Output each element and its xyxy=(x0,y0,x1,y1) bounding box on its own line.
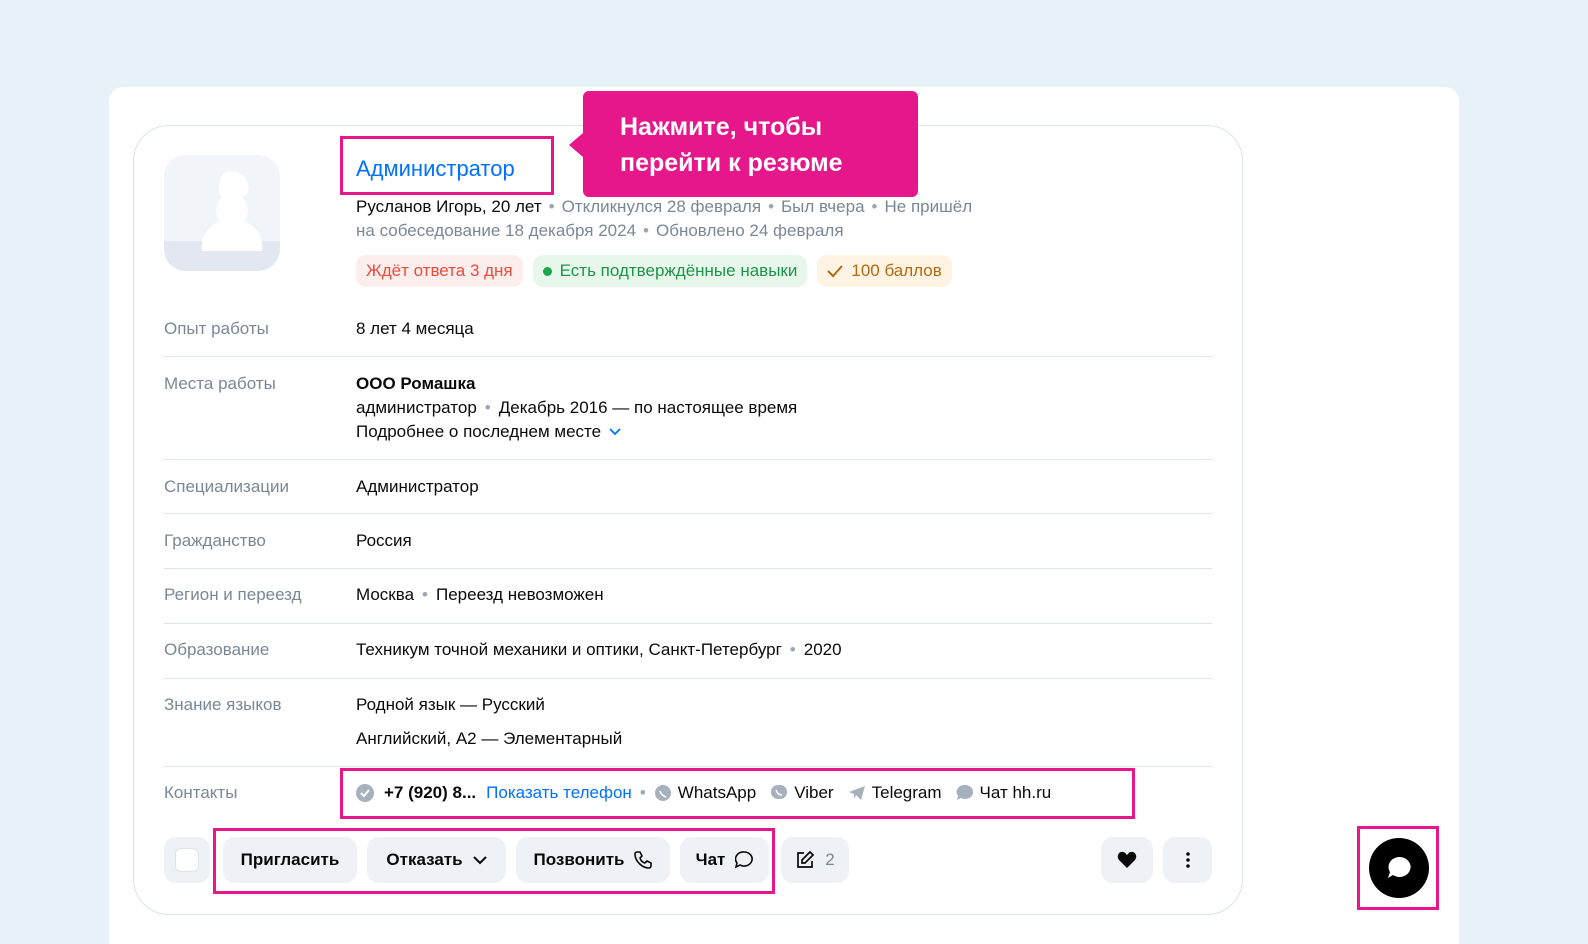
select-checkbox[interactable] xyxy=(175,848,199,872)
region-label: Регион и переезд xyxy=(164,585,302,604)
divider xyxy=(164,356,1212,357)
viber-icon xyxy=(771,785,788,799)
skills-badge[interactable]: Есть подтверждённые навыки xyxy=(532,255,808,287)
reject-label: Отказать xyxy=(386,850,463,869)
resume-title-link[interactable]: Администратор xyxy=(356,156,515,182)
heart-icon xyxy=(1117,851,1137,868)
chat-button[interactable]: Чат xyxy=(680,837,769,883)
waiting-badge-label: Ждёт ответа 3 дня xyxy=(366,261,513,280)
specializations-label: Специализации xyxy=(164,477,290,496)
chevron-down-icon xyxy=(472,855,487,864)
divider xyxy=(164,678,1212,679)
status-badges: Ждёт ответа 3 дня Есть подтверждённые на… xyxy=(356,255,952,287)
notes-button[interactable]: 2 xyxy=(781,837,849,883)
favorite-button[interactable] xyxy=(1101,837,1153,883)
workplaces-label: Места работы xyxy=(164,374,276,393)
city: Москва xyxy=(356,585,415,604)
phone-icon xyxy=(634,851,653,869)
divider xyxy=(164,459,1212,460)
education-label: Образование xyxy=(164,640,270,659)
edit-icon xyxy=(797,850,815,868)
telegram-link[interactable]: Telegram xyxy=(848,783,942,803)
chat-bubble-icon xyxy=(956,784,973,800)
viber-link[interactable]: Viber xyxy=(770,783,834,803)
relocation: Переезд невозможен xyxy=(436,585,604,604)
chat-label: Чат xyxy=(695,850,726,869)
contacts-list: +7 (920) 8... Показать телефон • WhatsAp… xyxy=(356,781,1065,805)
notes-count: 2 xyxy=(825,850,835,869)
call-label: Позвонить xyxy=(533,850,625,869)
company-name: ООО Ромашка xyxy=(356,374,476,393)
divider xyxy=(164,623,1212,624)
more-about-last-job-link[interactable]: Подробнее о последнем месте xyxy=(356,422,621,442)
telegram-icon xyxy=(848,786,865,800)
contacts-label: Контакты xyxy=(164,783,238,802)
divider xyxy=(164,766,1212,767)
whatsapp-icon xyxy=(654,785,671,801)
green-dot-icon xyxy=(542,266,552,276)
telegram-label: Telegram xyxy=(871,783,942,802)
no-show-text: Не пришёл xyxy=(884,197,973,216)
more-options-button[interactable] xyxy=(1163,837,1212,883)
updated-date: Обновлено 24 февраля xyxy=(656,221,844,240)
languages-label: Знание языков xyxy=(164,695,282,714)
meta-line-1: Русланов Игорь, 20 лет • Откликнулся 28 фе… xyxy=(356,197,973,216)
no-show-interview-date: на собеседование 18 декабря 2024 xyxy=(356,221,637,240)
chat-bubble-icon xyxy=(735,851,754,869)
skills-badge-label: Есть подтверждённые навыки xyxy=(559,261,798,280)
invite-button[interactable]: Пригласить xyxy=(223,837,357,883)
institution: Техникум точной механики и оптики, Санкт… xyxy=(356,640,782,659)
chat-fab-button[interactable] xyxy=(1369,838,1429,898)
chevron-down-icon xyxy=(609,428,621,436)
graduation-year: 2020 xyxy=(803,640,842,659)
whatsapp-link[interactable]: WhatsApp xyxy=(654,783,756,803)
divider xyxy=(164,568,1212,569)
invite-label: Пригласить xyxy=(240,850,340,869)
workplace-details: администратор • Декабрь 2016 — по настояще… xyxy=(356,398,798,417)
experience-value: 8 лет 4 месяца xyxy=(356,319,474,338)
chat-bubble-icon xyxy=(1388,856,1411,878)
phone-number: +7 (920) 8... xyxy=(384,783,477,802)
responded-date: Откликнулся 28 февраля xyxy=(561,197,762,216)
check-icon xyxy=(827,265,844,278)
native-language: Родной язык — Русский xyxy=(356,695,545,714)
more-vertical-icon xyxy=(1185,852,1190,868)
citizenship-label: Гражданство xyxy=(164,531,266,550)
hh-chat-label: Чат hh.ru xyxy=(979,783,1052,802)
region-value: Москва • Переезд невозможен xyxy=(356,585,604,604)
phone-item: +7 (920) 8... xyxy=(356,783,476,803)
position: администратор xyxy=(356,398,477,417)
verified-icon xyxy=(356,784,374,802)
divider xyxy=(164,513,1212,514)
tooltip-line-2: перейти к резюме xyxy=(620,149,843,177)
show-phone-link[interactable]: Показать телефон xyxy=(486,783,632,803)
last-seen: Был вчера xyxy=(781,197,865,216)
tooltip-line-1: Нажмите, чтобы xyxy=(620,113,823,141)
call-button[interactable]: Позвонить xyxy=(516,837,670,883)
more-link-label: Подробнее о последнем месте xyxy=(356,422,602,441)
period: Декабрь 2016 — по настоящее время xyxy=(498,398,798,417)
citizenship-value: Россия xyxy=(356,531,412,550)
reject-button[interactable]: Отказать xyxy=(367,837,506,883)
tooltip-go-to-resume: Нажмите, чтобы перейти к резюме xyxy=(569,91,918,197)
specializations-value: Администратор xyxy=(356,477,479,496)
experience-label: Опыт работы xyxy=(164,319,269,338)
english-language: Английский, A2 — Элементарный xyxy=(356,729,623,748)
education-value: Техникум точной механики и оптики, Санкт… xyxy=(356,640,842,659)
candidate-name-age: Русланов Игорь, 20 лет xyxy=(356,197,542,216)
meta-line-2: на собеседование 18 декабря 2024 • Обновле… xyxy=(356,221,844,240)
hh-chat-link[interactable]: Чат hh.ru xyxy=(956,783,1052,803)
whatsapp-label: WhatsApp xyxy=(677,783,757,802)
score-badge: 100 баллов xyxy=(817,255,952,287)
score-badge-label: 100 баллов xyxy=(851,261,942,280)
viber-label: Viber xyxy=(794,783,834,802)
select-checkbox-wrap[interactable] xyxy=(164,837,210,883)
waiting-badge: Ждёт ответа 3 дня xyxy=(356,255,523,287)
avatar-placeholder-icon xyxy=(164,155,280,271)
